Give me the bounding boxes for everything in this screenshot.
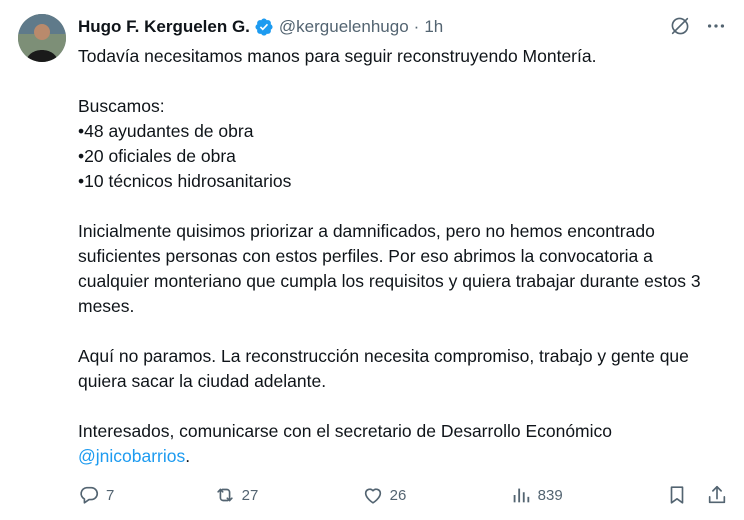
like-icon bbox=[364, 488, 381, 504]
position-item: •10 técnicos hidrosanitarios bbox=[78, 171, 292, 191]
buscamos-label: Buscamos: bbox=[78, 96, 165, 116]
more-icon[interactable] bbox=[704, 14, 728, 38]
views-button[interactable]: 839 bbox=[510, 484, 563, 506]
tweet-header: Hugo F. Kerguelen G. @kerguelenhugo · 1h bbox=[78, 16, 443, 38]
tweet-paragraph-contact: Interesados, comunicarse con el secretar… bbox=[78, 419, 718, 469]
grok-icon[interactable] bbox=[668, 14, 692, 38]
right-actions bbox=[666, 484, 728, 506]
author-handle[interactable]: @kerguelenhugo bbox=[279, 17, 409, 37]
like-count: 26 bbox=[389, 486, 407, 504]
tweet-intro: Todavía necesitamos manos para seguir re… bbox=[78, 46, 597, 66]
mention-link[interactable]: @jnicobarrios bbox=[78, 446, 185, 466]
author-display-name[interactable]: Hugo F. Kerguelen G. bbox=[78, 17, 250, 37]
bookmark-icon bbox=[670, 486, 684, 504]
tweet-paragraph: Inicialmente quisimos priorizar a damnif… bbox=[78, 221, 701, 316]
tweet-body: Todavía necesitamos manos para seguir re… bbox=[78, 44, 718, 469]
repost-icon bbox=[216, 488, 233, 502]
reply-count: 7 bbox=[106, 486, 115, 504]
reply-icon bbox=[80, 486, 99, 504]
views-icon bbox=[513, 488, 529, 503]
bookmark-button[interactable] bbox=[666, 484, 688, 506]
view-count: 839 bbox=[537, 486, 563, 504]
repost-button[interactable]: 27 bbox=[214, 484, 259, 506]
avatar[interactable] bbox=[18, 14, 66, 62]
like-button[interactable]: 26 bbox=[362, 484, 407, 506]
verified-badge-icon bbox=[254, 17, 274, 37]
share-icon bbox=[708, 485, 726, 504]
position-item: •48 ayudantes de obra bbox=[78, 121, 254, 141]
position-item: •20 oficiales de obra bbox=[78, 146, 236, 166]
timestamp[interactable]: 1h bbox=[424, 17, 443, 37]
reply-button[interactable]: 7 bbox=[78, 484, 114, 506]
contact-text: Interesados, comunicarse con el secretar… bbox=[78, 421, 613, 441]
repost-count: 27 bbox=[241, 486, 259, 504]
top-actions bbox=[668, 14, 728, 38]
action-bar: 7 27 26 839 bbox=[78, 482, 728, 508]
share-button[interactable] bbox=[706, 484, 728, 506]
tweet-paragraph: Aquí no paramos. La reconstrucción neces… bbox=[78, 346, 689, 391]
separator-dot: · bbox=[413, 17, 420, 36]
contact-suffix: . bbox=[185, 446, 191, 466]
avatar-image bbox=[18, 14, 66, 62]
